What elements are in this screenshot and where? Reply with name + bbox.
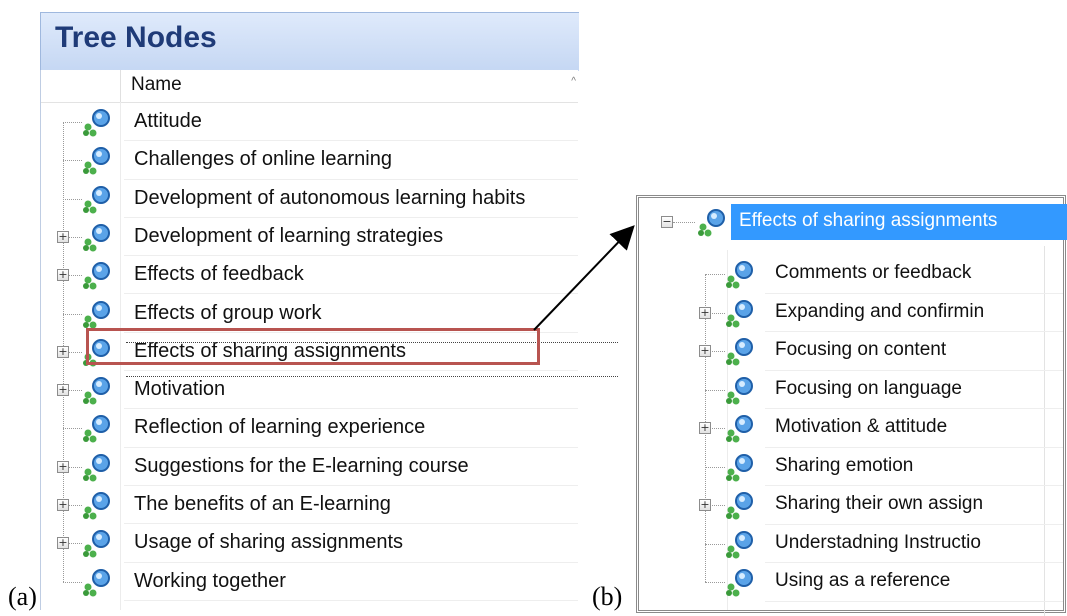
tree-row[interactable]: Focusing on language: [639, 371, 1063, 409]
node-cluster-icon: [725, 567, 759, 597]
tree-row[interactable]: + Expanding and confirmin: [639, 294, 1063, 332]
tree-row-label: Understadning Instructio: [775, 531, 981, 553]
tree-connector: [705, 466, 725, 468]
tree-connector: [705, 582, 725, 583]
tree-row-label: Motivation & attitude: [775, 416, 948, 437]
tree-row-label: Sharing their own assign: [775, 493, 984, 514]
node-cluster-icon: [725, 298, 759, 328]
node-cluster-icon: [725, 259, 759, 289]
tree-row-label: Focusing on language: [775, 377, 962, 399]
tree-row-label: Effects of sharing assignments: [739, 210, 998, 231]
node-cluster-icon: [725, 452, 759, 482]
tree-connector: [705, 274, 725, 275]
tree-row[interactable]: Sharing emotion: [639, 448, 1063, 486]
tree-row-label: Expanding and confirmin: [775, 300, 985, 322]
plus-box-icon[interactable]: +: [699, 306, 711, 319]
node-cluster-icon: [725, 375, 759, 405]
node-cluster-icon: [725, 336, 759, 366]
tree-row[interactable]: Using as a reference: [639, 563, 1063, 602]
plus-box-icon[interactable]: +: [699, 499, 711, 511]
tree-connector: [705, 389, 725, 391]
tree-row-label: Comments or feedback: [775, 262, 972, 283]
tree-connector: [673, 222, 695, 223]
tree-row[interactable]: + Sharing their own assign: [639, 486, 1063, 525]
plus-box-icon[interactable]: +: [699, 345, 711, 357]
tree-row[interactable]: + Focusing on content: [639, 332, 1063, 371]
plus-box-icon[interactable]: +: [699, 422, 711, 434]
tree-row[interactable]: Understadning Instructio: [639, 525, 1063, 563]
minus-box-icon[interactable]: −: [661, 216, 673, 228]
node-cluster-icon: [725, 413, 759, 443]
row-divider: [765, 600, 1063, 602]
tree-row[interactable]: + Motivation & attitude: [639, 409, 1063, 448]
tree-row-label: Sharing emotion: [775, 454, 914, 476]
tree-row-parent[interactable]: − Effects of sharing assignments: [661, 204, 1067, 240]
tree-connector: [705, 543, 725, 545]
node-cluster-icon: [698, 209, 725, 237]
tree-row-label: Focusing on content: [775, 339, 947, 360]
tree-row[interactable]: Comments or feedback: [639, 255, 1063, 294]
tree-row-label: Using as a reference: [775, 570, 951, 591]
node-cluster-icon: [725, 490, 759, 520]
node-cluster-icon: [725, 529, 759, 559]
expanded-node-panel: − Effects of sharing assignments Comment…: [636, 195, 1067, 616]
